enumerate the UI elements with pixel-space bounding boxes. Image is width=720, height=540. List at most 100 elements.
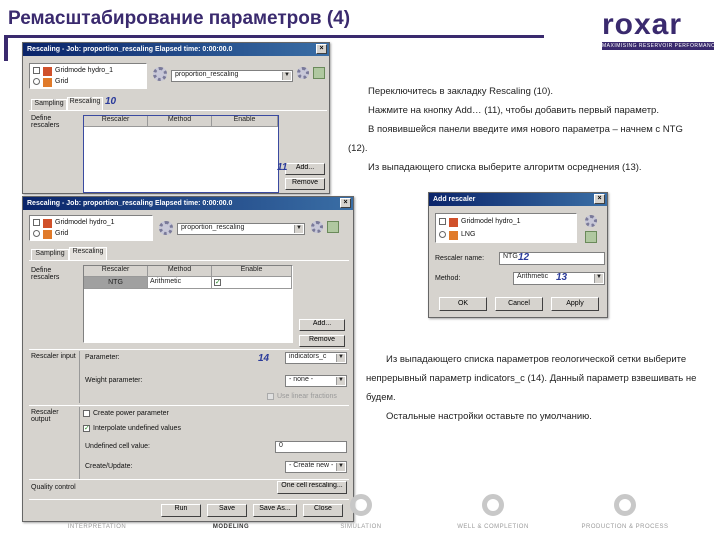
apply-button[interactable]: Apply: [551, 297, 599, 311]
rescalers-table: Rescaler Method Enable NTG Arithmetic ✓: [83, 265, 293, 343]
grid-label: LNG: [461, 231, 476, 238]
job-combo[interactable]: proportion_rescaling ▼: [177, 223, 305, 235]
cancel-button[interactable]: Cancel: [495, 297, 543, 311]
create-power-checkbox[interactable]: [83, 410, 90, 417]
method-label: Method:: [435, 275, 461, 282]
tab-rescaling[interactable]: Rescaling: [67, 97, 103, 110]
grid-selector: Gridmode hydro_1 Grid: [29, 63, 147, 89]
window-titlebar: Rescaling - Job: proportion_rescaling El…: [23, 43, 329, 56]
ok-button[interactable]: OK: [439, 297, 487, 311]
parameter-combo[interactable]: indicators_c ▼: [285, 352, 347, 364]
gridmodel-icon: [43, 219, 52, 228]
table-row-rescaler[interactable]: NTG: [84, 277, 148, 289]
rescaler-name-input[interactable]: NTG: [499, 252, 605, 265]
workflow-simulation: SIMULATION: [296, 494, 426, 530]
job-combo[interactable]: proportion_rescaling ▼: [171, 70, 293, 82]
close-icon[interactable]: ×: [340, 198, 351, 208]
close-icon[interactable]: ×: [594, 194, 605, 204]
define-rescalers-label: Define rescalers: [31, 115, 60, 129]
add-button[interactable]: Add...: [299, 319, 345, 331]
create-combo-value: - Create new -: [289, 462, 334, 469]
dialog-titlebar: Add rescaler ×: [429, 193, 607, 206]
chevron-down-icon: ▼: [336, 354, 345, 362]
create-update-combo[interactable]: - Create new - ▼: [285, 461, 347, 473]
workflow-interpretation: INTERPRETATION: [32, 494, 162, 530]
slide-title: Ремасштабирование параметров (4): [8, 8, 351, 29]
section-divider: [29, 405, 349, 406]
gridmodel-checkbox[interactable]: [439, 218, 446, 225]
tab-divider: [29, 110, 327, 111]
create-update-label: Create/Update:: [85, 463, 133, 470]
rescaler-name-label: Rescaler name:: [435, 255, 485, 262]
use-linear-checkbox[interactable]: [267, 393, 274, 400]
annotation-13: 13: [556, 272, 568, 283]
tool-icon[interactable]: [327, 221, 339, 233]
grid-label: Grid: [55, 230, 69, 237]
annotation-12: 12: [518, 252, 530, 263]
weight-parameter-combo[interactable]: - none - ▼: [285, 375, 347, 387]
grid-icon: [43, 230, 52, 239]
tool-icon[interactable]: [313, 67, 325, 79]
create-power-label: Create power parameter: [93, 410, 169, 417]
grid-selector: Gridmodel hydro_1 LNG: [435, 213, 577, 243]
refresh-gear-icon[interactable]: [585, 215, 597, 227]
chevron-down-icon: ▼: [294, 225, 303, 233]
tab-sampling[interactable]: Sampling: [31, 249, 69, 260]
refresh-gear-icon[interactable]: [311, 221, 323, 233]
gridmodel-checkbox[interactable]: [33, 219, 40, 226]
remove-button[interactable]: Remove: [285, 178, 325, 190]
enable-checkbox[interactable]: ✓: [214, 279, 221, 286]
col-header-method: Method: [148, 116, 212, 127]
quality-control-label: Quality control: [31, 484, 76, 491]
workflow-label: INTERPRETATION: [67, 524, 127, 530]
workflow-label: SIMULATION: [340, 524, 382, 530]
parameter-combo-value: indicators_c: [289, 353, 327, 360]
grid-radio[interactable]: [33, 78, 40, 85]
annotation-14: 14: [258, 353, 270, 364]
rescaler-input-label: Rescaler input: [31, 353, 76, 360]
logo-word: roxar: [602, 8, 683, 41]
refresh-gear-icon[interactable]: [297, 67, 309, 79]
tab-sampling[interactable]: Sampling: [31, 99, 67, 110]
col-header-enable: Enable: [212, 116, 278, 127]
window-title: Rescaling - Job: proportion_rescaling El…: [27, 46, 233, 53]
workflow-label: MODELING: [212, 524, 250, 530]
rescaler-output-label: Rescaler output: [31, 409, 59, 423]
weight-parameter-label: Weight parameter:: [85, 377, 143, 384]
instruction-step: Из выпадающего списка выберите алгоритм …: [368, 162, 642, 173]
tab-divider: [29, 260, 349, 261]
undefined-value-input[interactable]: 0: [275, 441, 347, 453]
remove-button[interactable]: Remove: [299, 335, 345, 347]
tool-icon[interactable]: [585, 231, 597, 243]
workflow-circle-icon: [614, 494, 636, 516]
logo-tagline: MAXIMISING RESERVOIR PERFORMANCE: [602, 42, 714, 50]
dialog-title: Add rescaler: [433, 196, 476, 203]
rescalers-table: Rescaler Method Enable: [83, 115, 279, 193]
close-icon[interactable]: ×: [316, 44, 327, 54]
col-header-rescaler: Rescaler: [84, 266, 148, 277]
annotation-11: 11: [277, 162, 288, 173]
grid-radio[interactable]: [33, 230, 40, 237]
workflow-label: WELL & COMPLETION: [457, 524, 529, 530]
job-combo-value: proportion_rescaling: [175, 71, 239, 78]
tab-rescaling[interactable]: Rescaling: [69, 247, 107, 260]
instruction-step: Из выпадающего списка параметров геологи…: [366, 354, 697, 403]
table-row-enable[interactable]: ✓: [212, 277, 292, 289]
instructions-bottom: Из выпадающего списка параметров геологи…: [366, 350, 700, 426]
undefined-value-label: Undefined cell value:: [85, 443, 150, 450]
section-divider: [29, 349, 349, 350]
grid-radio[interactable]: [439, 231, 446, 238]
workflow-label: PRODUCTION & PROCESS: [581, 524, 669, 530]
window-title: Rescaling - Job: proportion_rescaling El…: [27, 200, 233, 207]
rescaling-window-front: Rescaling - Job: proportion_rescaling El…: [22, 196, 354, 522]
chevron-down-icon: ▼: [336, 377, 345, 385]
grid-selector: Gridmodel hydro_1 Grid: [29, 215, 153, 241]
gridmodel-checkbox[interactable]: [33, 67, 40, 74]
one-cell-rescaling-button[interactable]: One cell rescaling...: [277, 481, 347, 494]
job-combo-value: proportion_rescaling: [181, 224, 245, 231]
workflow-circle-icon: [482, 494, 504, 516]
section-vsep: [79, 351, 80, 403]
add-button[interactable]: Add...: [285, 163, 325, 175]
interpolate-checkbox[interactable]: ✓: [83, 425, 90, 432]
table-row-method[interactable]: Arithmetic: [148, 277, 212, 289]
